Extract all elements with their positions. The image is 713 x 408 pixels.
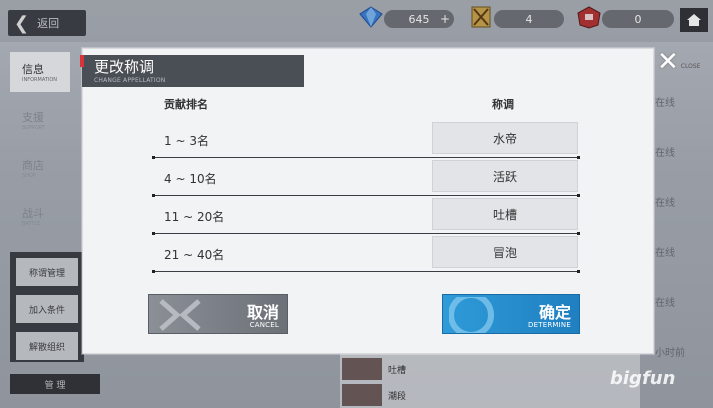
column-header-title: 称调 (492, 98, 514, 111)
row-divider (152, 194, 580, 197)
confirm-button[interactable]: 确定 DETERMINE (442, 294, 580, 334)
row-divider (152, 232, 580, 235)
title-input[interactable]: 冒泡 (432, 236, 578, 268)
rank-row: 11 ~ 20名 吐槽 (152, 198, 580, 236)
row-divider (152, 270, 580, 273)
confirm-sublabel: DETERMINE (528, 321, 571, 329)
title-input[interactable]: 水帝 (432, 122, 578, 154)
rank-range: 4 ~ 10名 (164, 172, 217, 186)
watermark-logo: bigfun (610, 368, 676, 389)
dialog-title: 更改称调 (94, 58, 155, 76)
title-input[interactable]: 吐槽 (432, 198, 578, 230)
close-label: CLOSE (680, 62, 701, 70)
confirm-label: 确定 (538, 303, 571, 322)
dialog-header: 更改称调 CHANGE APPELLATION (80, 55, 304, 87)
rank-range: 1 ~ 3名 (164, 134, 209, 148)
close-icon: ✕ (657, 47, 679, 77)
close-button[interactable]: ✕ CLOSE (657, 48, 707, 76)
rank-row: 21 ~ 40名 冒泡 (152, 236, 580, 274)
rank-range: 21 ~ 40名 (164, 248, 225, 262)
row-divider (152, 156, 580, 159)
title-input[interactable]: 活跃 (432, 160, 578, 192)
rank-range: 11 ~ 20名 (164, 210, 225, 224)
column-header-rank: 贡献排名 (164, 98, 208, 111)
cancel-sublabel: CANCEL (249, 321, 279, 329)
dialog-subtitle: CHANGE APPELLATION (94, 77, 166, 84)
cancel-button[interactable]: 取消 CANCEL (148, 294, 288, 334)
rank-row: 1 ~ 3名 水帝 (152, 122, 580, 160)
cancel-label: 取消 (246, 303, 279, 322)
header-accent (80, 55, 84, 67)
confirm-deco-icon (449, 297, 494, 333)
rank-row: 4 ~ 10名 活跃 (152, 160, 580, 198)
cancel-deco-icon (159, 299, 201, 331)
